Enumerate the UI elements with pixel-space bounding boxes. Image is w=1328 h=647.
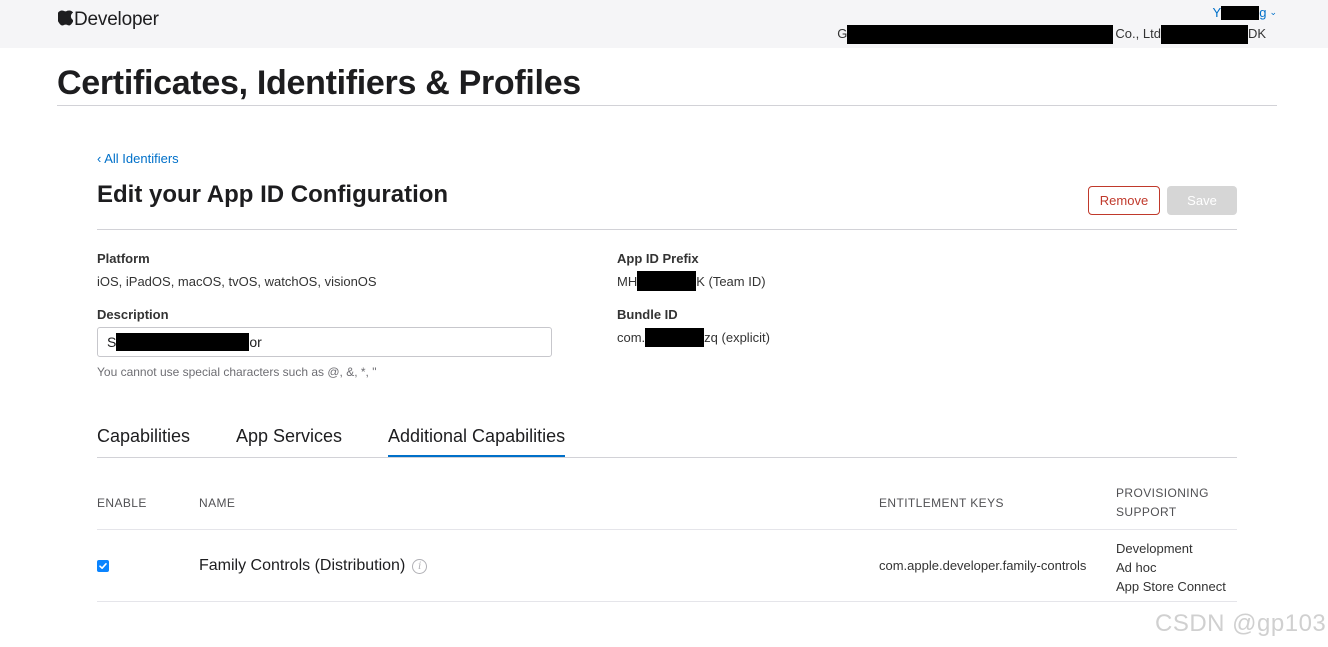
column-header-provisioning: PROVISIONING SUPPORT: [1116, 486, 1209, 519]
description-input[interactable]: S or: [97, 327, 552, 357]
global-header: Developer Y g ⌄ G Co., Ltd DK: [0, 0, 1328, 48]
description-label: Description: [97, 307, 169, 322]
column-header-provisioning-line2: SUPPORT: [1116, 505, 1177, 519]
team-end: DK: [1247, 25, 1266, 41]
redacted-block: [116, 333, 250, 351]
provisioning-item: Development: [1116, 541, 1193, 556]
description-hint: You cannot use special characters such a…: [97, 365, 377, 379]
provisioning-support: Development Ad hoc App Store Connect: [1116, 539, 1226, 596]
team-middle: Co., Ltd: [1115, 25, 1161, 41]
chevron-down-icon: ⌄: [1269, 7, 1277, 17]
remove-button[interactable]: Remove: [1088, 186, 1160, 215]
bundle-end: zq (explicit): [704, 330, 770, 345]
info-icon[interactable]: i: [412, 558, 428, 574]
account-menu[interactable]: Y g ⌄: [1213, 5, 1277, 20]
checkmark-icon: [99, 563, 107, 569]
all-identifiers-link[interactable]: ‹ All Identifiers: [97, 151, 179, 166]
bundle-id-value: com. zq (explicit): [617, 328, 770, 347]
tab-app-services[interactable]: App Services: [236, 424, 342, 455]
bundle-start: com.: [617, 330, 646, 345]
redacted-block: [1221, 5, 1260, 20]
entitlement-key: com.apple.developer.family-controls: [879, 558, 1087, 573]
column-header-provisioning-line1: PROVISIONING: [1116, 486, 1209, 500]
bundle-id-label: Bundle ID: [617, 307, 678, 322]
account-name-start: Y: [1212, 5, 1222, 20]
prefix-end: K (Team ID): [696, 273, 766, 289]
redacted-block: [645, 328, 705, 347]
redacted-block: [1160, 25, 1248, 44]
capability-tabs: Capabilities App Services Additional Cap…: [97, 424, 1237, 458]
provisioning-item: App Store Connect: [1116, 579, 1226, 594]
brand-label: Developer: [74, 9, 159, 30]
app-id-prefix-value: MH K (Team ID): [617, 271, 766, 291]
account-name-end: g: [1259, 5, 1267, 20]
app-id-prefix-label: App ID Prefix: [617, 251, 699, 266]
table-row-divider: [97, 601, 1237, 602]
column-header-entitlement-keys: ENTITLEMENT KEYS: [879, 496, 1004, 510]
column-header-name: NAME: [199, 496, 236, 510]
apple-logo-icon: [58, 10, 73, 26]
save-button[interactable]: Save: [1167, 186, 1237, 215]
developer-logo[interactable]: Developer: [58, 9, 159, 31]
section-divider: [97, 229, 1237, 230]
page-title: Certificates, Identifiers & Profiles: [57, 64, 581, 102]
tab-additional-capabilities[interactable]: Additional Capabilities: [388, 424, 566, 457]
table-header-divider: [97, 529, 1237, 530]
prefix-start: MH: [617, 273, 638, 289]
enable-checkbox[interactable]: [97, 560, 109, 572]
title-divider: [57, 105, 1277, 106]
column-header-enable: ENABLE: [97, 496, 147, 510]
provisioning-item: Ad hoc: [1116, 560, 1157, 575]
capability-name-label: Family Controls (Distribution): [199, 557, 406, 574]
team-name: G Co., Ltd DK: [837, 25, 1266, 44]
redacted-block: [847, 25, 1114, 44]
redacted-block: [637, 271, 697, 291]
watermark: CSDN @gp103: [1155, 610, 1327, 637]
team-start: G: [837, 25, 848, 41]
platform-label: Platform: [97, 251, 150, 266]
description-value-start: S: [107, 334, 117, 350]
description-value-end: or: [249, 334, 262, 350]
tab-capabilities[interactable]: Capabilities: [97, 424, 190, 455]
section-title: Edit your App ID Configuration: [97, 181, 449, 208]
platform-value: iOS, iPadOS, macOS, tvOS, watchOS, visio…: [97, 274, 377, 289]
capability-name: Family Controls (Distribution) i: [199, 557, 428, 575]
